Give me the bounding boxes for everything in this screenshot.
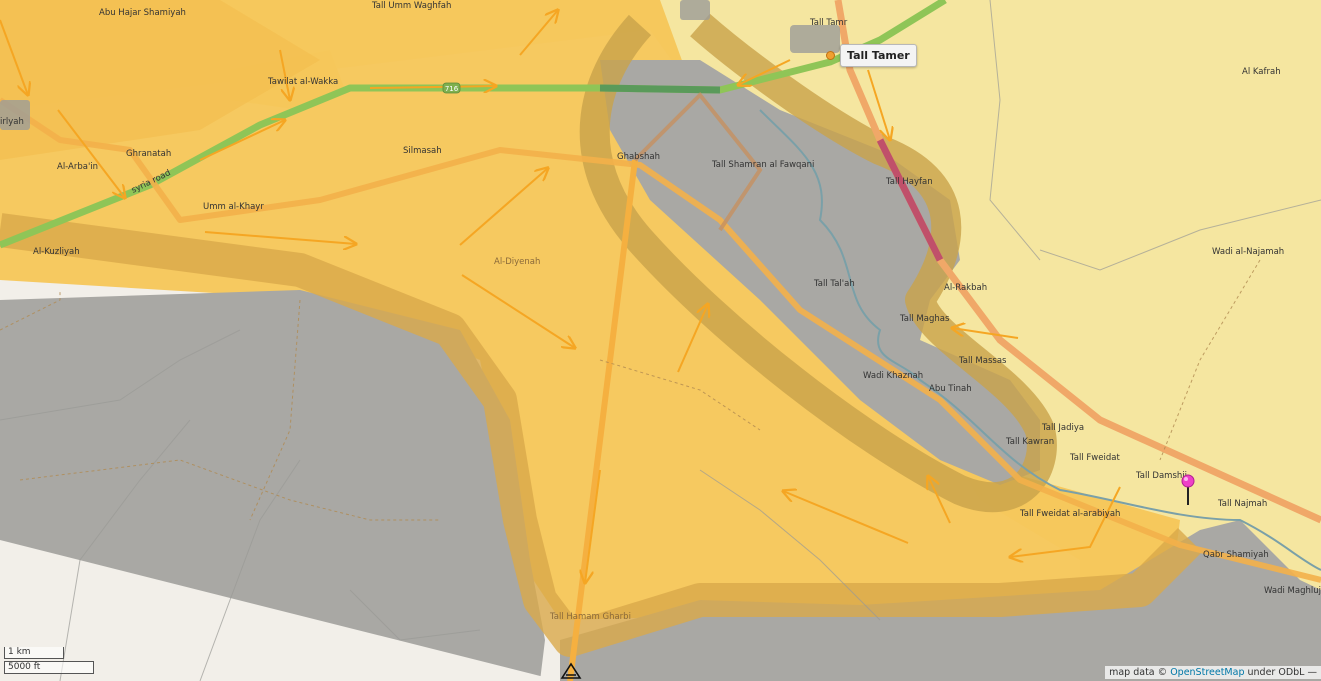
place-label: Tall Jadiya [1041, 423, 1084, 433]
scale-metric: 1 km [4, 647, 64, 659]
place-label: Wadi al-Najamah [1212, 247, 1284, 257]
place-label: Qabr Shamiyah [1203, 550, 1269, 560]
map-view[interactable]: Abu Hajar Shamiyah Tall Umm Waghfah Tall… [0, 0, 1321, 681]
place-label: Tall Fweidat al-arabiyah [1019, 509, 1120, 519]
place-label: Abu Hajar Shamiyah [99, 8, 186, 18]
location-popup[interactable]: Tall Tamer [840, 44, 917, 67]
place-label: Tall Fweidat [1069, 453, 1120, 463]
place-label: Tall Kawran [1005, 437, 1054, 447]
scale-imperial: 5000 ft [4, 661, 94, 674]
place-label: Tall Tal'ah [813, 279, 855, 289]
place-label: Al-Kuzliyah [33, 247, 80, 257]
place-label: Tall Massas [958, 356, 1007, 366]
place-label: Tall Maghas [899, 314, 950, 324]
place-label: Al-Rakbah [944, 283, 987, 293]
place-label: Tall Tamr [809, 18, 848, 28]
attribution: map data © OpenStreetMap under ODbL — [1105, 666, 1321, 679]
place-label: Tall Hamam Gharbi [549, 612, 631, 622]
place-label: Al Kafrah [1242, 67, 1281, 77]
attribution-suffix: under ODbL — [1247, 667, 1317, 678]
place-label: Wadi Maghlujah [1264, 586, 1321, 596]
place-label: Umm al-Khayr [203, 202, 264, 212]
attribution-link[interactable]: OpenStreetMap [1170, 667, 1244, 678]
place-label: Wadi Khaznah [863, 371, 923, 381]
place-label: Ghranatah [126, 149, 171, 159]
place-label: Ghabshah [617, 152, 660, 162]
svg-text:716: 716 [445, 85, 459, 93]
road-shield: 716 [442, 82, 461, 94]
place-label: Al-Diyenah [494, 257, 540, 267]
map-pin-icon[interactable] [1181, 474, 1195, 506]
place-label: Tall Umm Waghfah [371, 1, 451, 11]
place-label: Tall Hayfan [885, 177, 933, 187]
place-label: Silmasah [403, 146, 442, 156]
place-label: Tall Damshij [1135, 471, 1187, 481]
place-label: Tawilat al-Wakka [267, 77, 338, 87]
place-label: Abu Tinah [929, 384, 972, 394]
place-label: Tall Shamran al Fawqani [711, 160, 814, 170]
location-dot-icon[interactable] [826, 51, 835, 60]
place-label: Al-Arba'in [57, 162, 98, 172]
map-canvas[interactable]: Abu Hajar Shamiyah Tall Umm Waghfah Tall… [0, 0, 1321, 681]
highway-segment [599, 84, 721, 94]
attribution-prefix: map data © [1109, 667, 1168, 678]
place-label: Tall Najmah [1217, 499, 1267, 509]
place-label: irlyah [0, 117, 24, 127]
